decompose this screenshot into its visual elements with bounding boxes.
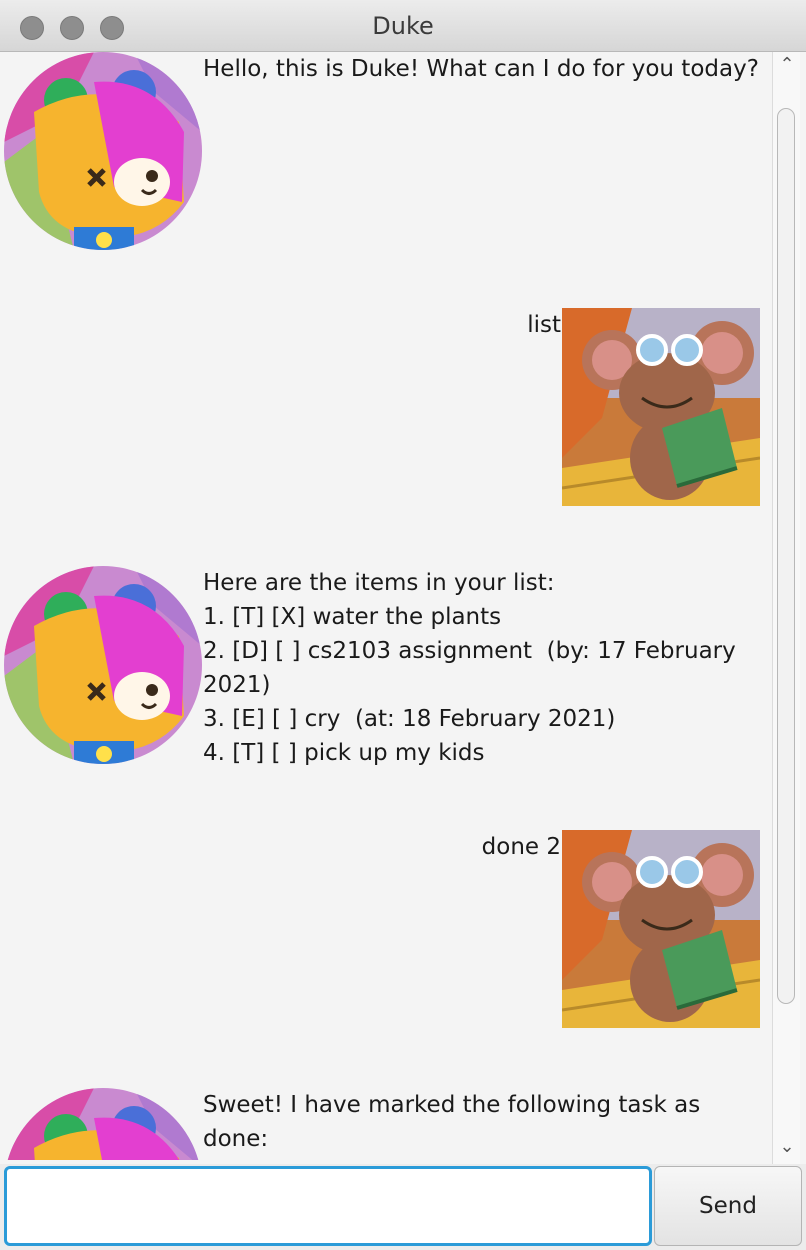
duke-avatar-icon [4, 1088, 202, 1160]
scrollbar-thumb[interactable] [777, 108, 795, 1004]
title-bar: Duke [0, 0, 806, 52]
duke-message: Here are the items in your list: 1. [T] … [203, 570, 736, 766]
window-title: Duke [372, 12, 434, 40]
scroll-up-icon[interactable]: ⌃ [773, 54, 801, 75]
user-message: done 2 [481, 834, 561, 860]
duke-avatar-icon [4, 566, 202, 764]
app-window: Duke Hello, this is Duke! What can I do … [0, 0, 806, 1250]
user-avatar-icon [562, 830, 760, 1028]
scroll-down-icon[interactable]: ⌄ [773, 1136, 801, 1157]
duke-avatar-icon [4, 52, 202, 250]
duke-message: Sweet! I have marked the following task … [203, 1092, 701, 1152]
duke-message: Hello, this is Duke! What can I do for y… [203, 56, 759, 82]
user-avatar-icon [562, 308, 760, 506]
input-bar: Send [0, 1164, 806, 1250]
send-button[interactable]: Send [654, 1166, 802, 1246]
user-input-field[interactable] [4, 1166, 652, 1246]
user-message: list [527, 312, 561, 338]
vertical-scrollbar[interactable]: ⌃ ⌄ [772, 52, 800, 1164]
dialog-container[interactable]: Hello, this is Duke! What can I do for y… [4, 52, 772, 1160]
